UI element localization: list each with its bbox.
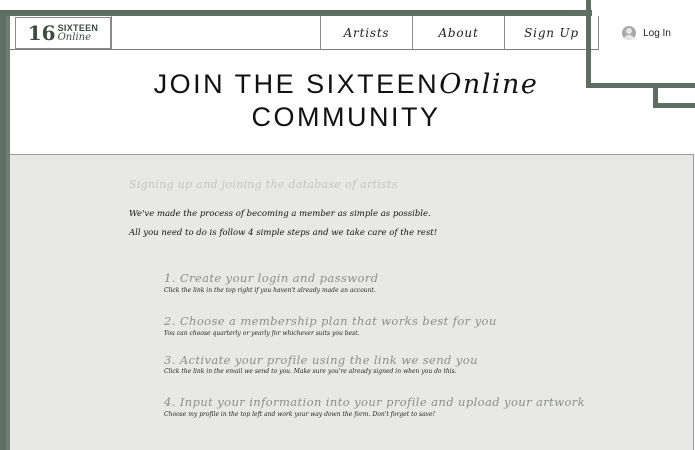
step-3-description: Click the link in the email we send to y… xyxy=(164,368,457,375)
logo-bottom-text: Online xyxy=(57,32,92,43)
step-2-title: 2. Choose a membership plan that works b… xyxy=(164,314,497,328)
step-1-title: 1. Create your login and password xyxy=(164,271,379,285)
intro-line-1: We've made the process of becoming a mem… xyxy=(129,209,431,219)
section-subheading: Signing up and joining the database of a… xyxy=(129,178,398,191)
site-logo[interactable]: 16 SIXTEEN Online xyxy=(15,17,111,49)
page-title-plain: JOIN THE SIXTEEN xyxy=(153,69,440,99)
nav-spacer xyxy=(111,16,320,50)
step-1-description: Click the link in the top right if you h… xyxy=(164,287,376,294)
logo-wordmark: SIXTEEN Online xyxy=(58,23,99,43)
step-3-title: 3. Activate your profile using the link … xyxy=(164,353,478,367)
logo-number: 16 xyxy=(27,21,56,45)
nav-artists[interactable]: Artists xyxy=(320,16,412,50)
nav-about[interactable]: About xyxy=(412,16,504,50)
step-4-title: 4. Input your information into your prof… xyxy=(164,395,586,409)
step-2-description: You can choose quarterly or yearly for w… xyxy=(164,330,360,337)
page-title-italic: Online xyxy=(439,69,539,100)
step-4-description: Choose my profile in the top left and wo… xyxy=(164,411,436,418)
page-title-line2: COMMUNITY xyxy=(251,102,441,132)
content-panel: Signing up and joining the database of a… xyxy=(10,154,694,450)
page-title: JOIN THE SIXTEENOnline COMMUNITY xyxy=(10,68,682,133)
nav-sign-up[interactable]: Sign Up xyxy=(504,16,598,50)
intro-line-2: All you need to do is follow 4 simple st… xyxy=(129,228,438,238)
page-title-line1: JOIN THE SIXTEENOnline xyxy=(10,68,682,101)
